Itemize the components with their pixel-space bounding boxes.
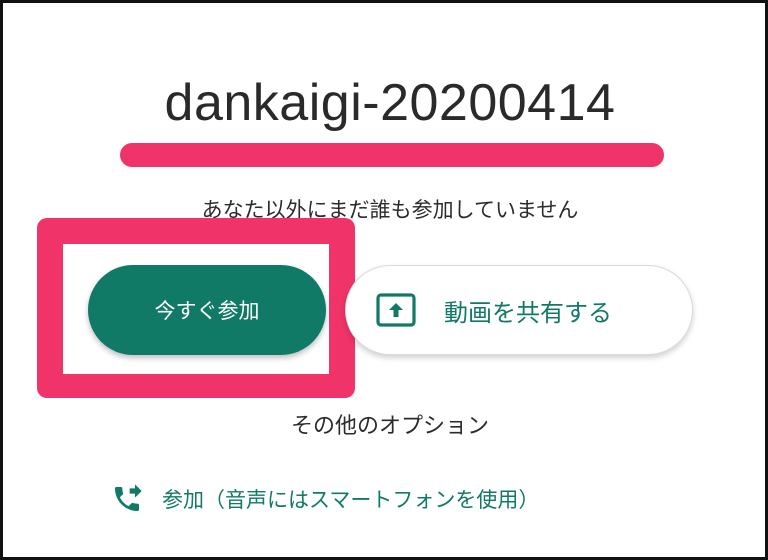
join-now-label: 今すぐ参加 bbox=[154, 299, 260, 323]
share-screen-button[interactable]: 動画を共有する bbox=[345, 265, 693, 355]
phone-forwarded-icon bbox=[110, 482, 144, 516]
join-with-phone-audio-label: 参加（音声にはスマートフォンを使用） bbox=[162, 488, 540, 512]
meeting-code-title: dankaigi-20200414 bbox=[164, 74, 616, 132]
present-to-all-icon bbox=[376, 290, 416, 330]
share-screen-label: 動画を共有する bbox=[444, 298, 612, 327]
other-options-heading: その他のオプション bbox=[290, 414, 489, 439]
join-now-button[interactable]: 今すぐ参加 bbox=[88, 265, 326, 355]
join-with-phone-audio-link[interactable]: 参加（音声にはスマートフォンを使用） bbox=[110, 477, 539, 521]
title-highlight-underline bbox=[120, 143, 664, 167]
